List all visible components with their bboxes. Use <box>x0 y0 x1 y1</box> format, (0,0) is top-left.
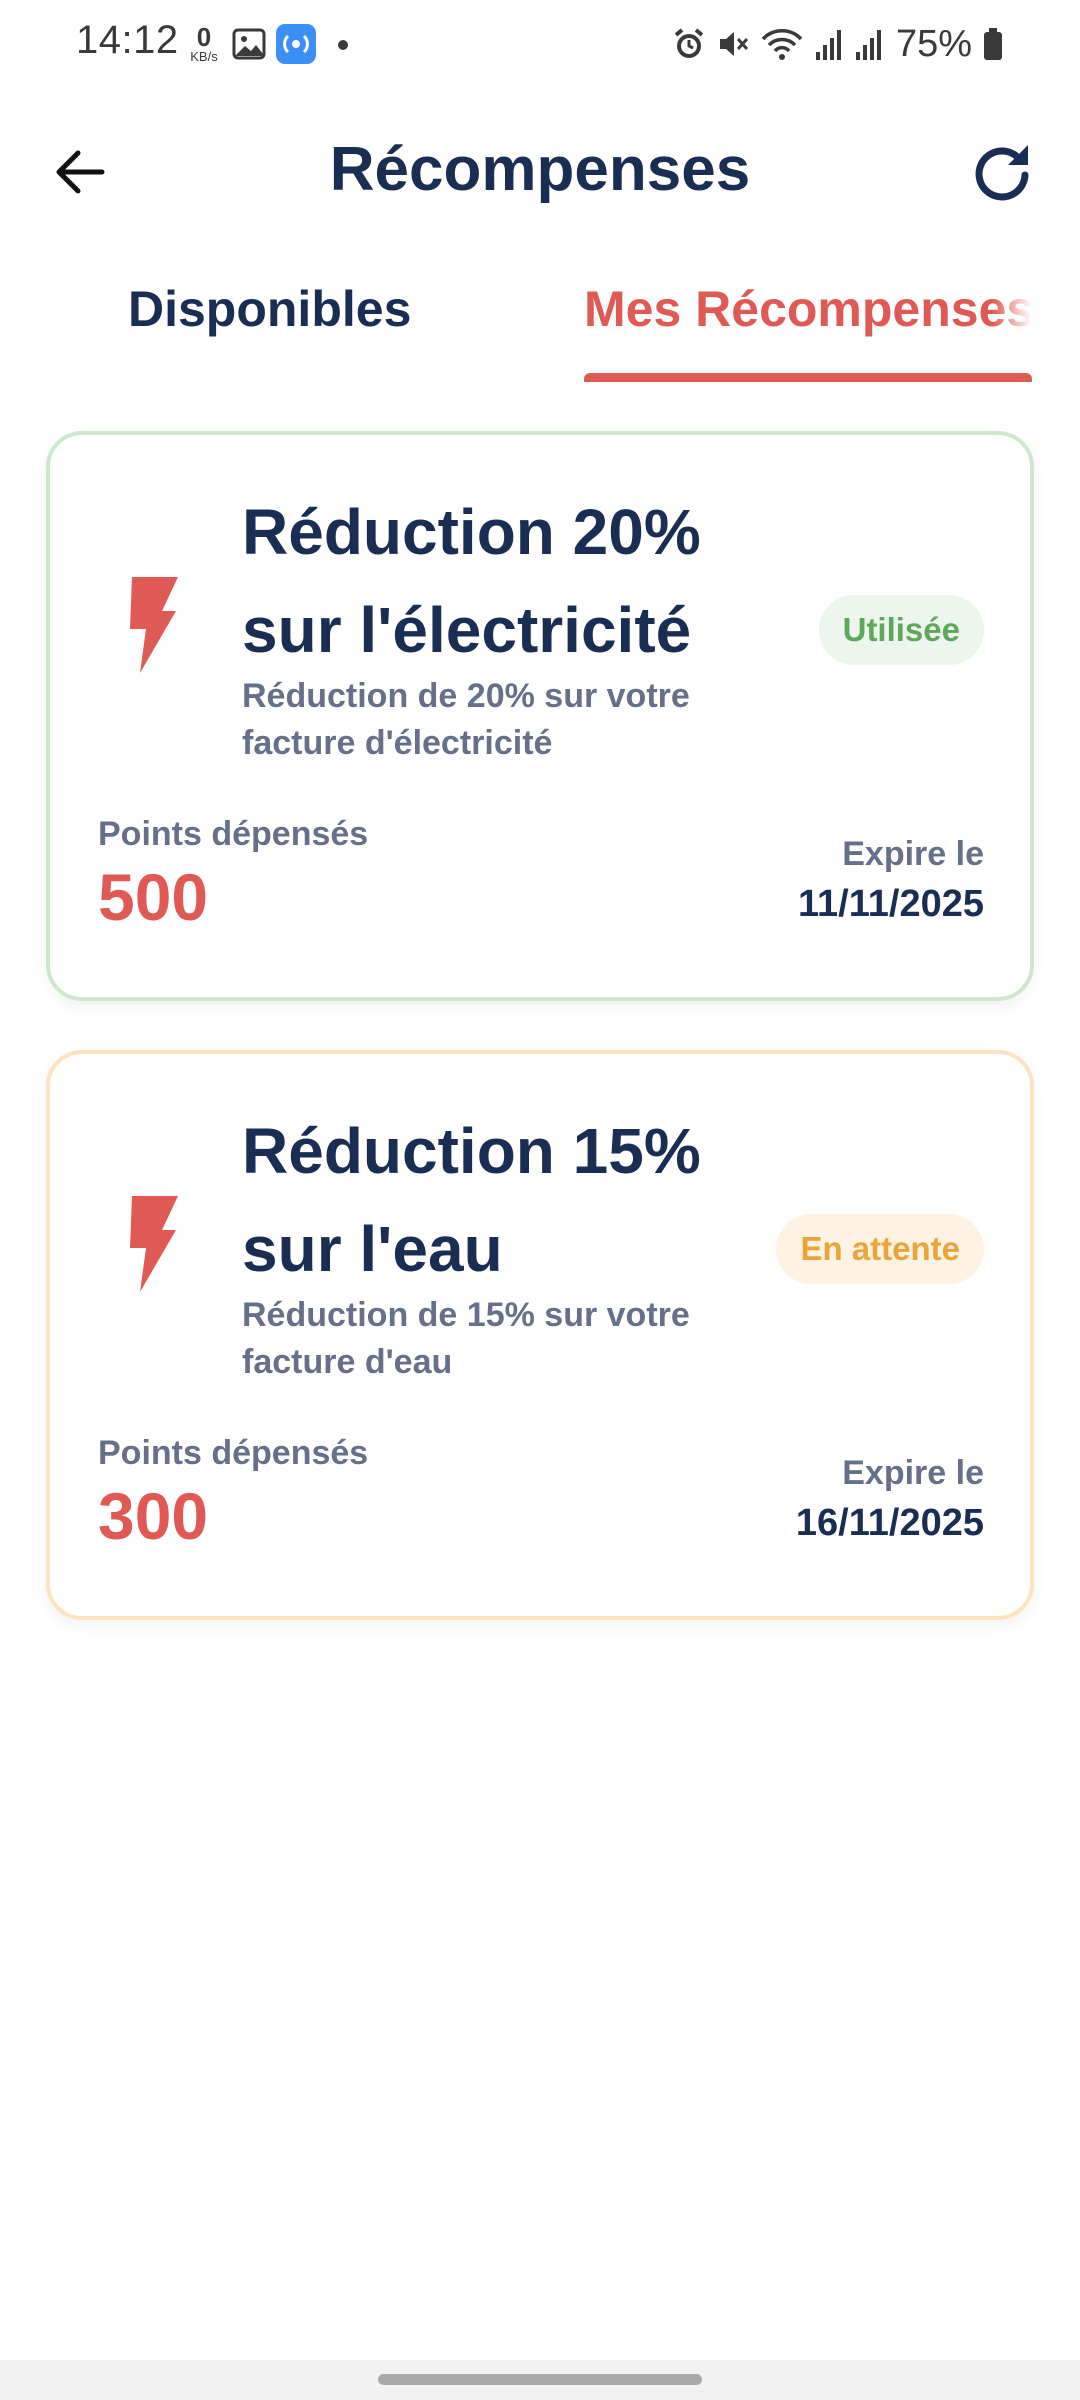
system-nav-bar <box>0 2360 1080 2400</box>
network-speed: 0 KB/s <box>184 24 224 64</box>
reward-tabs: Disponibles Mes Récompenses <box>0 260 1080 384</box>
status-badge: En attente <box>776 1214 984 1284</box>
points-label: Points dépensés <box>98 1434 369 1472</box>
reward-description: Réduction de 20% sur votre facture d'éle… <box>242 677 690 762</box>
lightning-bolt-icon <box>130 1196 178 1292</box>
status-bar: 14:12 0 KB/s 75% <box>0 0 1080 88</box>
home-gesture-handle[interactable] <box>378 2374 702 2385</box>
battery-icon <box>982 27 1004 61</box>
refresh-button[interactable] <box>968 138 1036 206</box>
status-time: 14:12 <box>76 18 179 62</box>
wifi-icon <box>760 27 804 61</box>
status-indicators: 75% <box>672 20 1004 68</box>
points-value: 300 <box>98 1479 209 1553</box>
status-badge: Utilisée <box>818 595 984 665</box>
alarm-icon <box>672 27 706 61</box>
rewards-screen: 14:12 0 KB/s 75% Récompenses Disponibles… <box>0 0 1080 2400</box>
reward-card[interactable]: Réduction 15% sur l'eau Réduction de 15%… <box>46 1050 1034 1620</box>
reward-title: Réduction 20% sur l'électricité <box>242 496 701 666</box>
expire-date: 11/11/2025 <box>798 883 984 925</box>
tab-mes-recompenses-label: Mes Récompenses <box>584 281 1032 337</box>
wifi-hotspot-app-icon <box>276 24 316 64</box>
tab-disponibles[interactable]: Disponibles <box>128 280 411 338</box>
notification-dot-icon <box>338 40 348 50</box>
expire-label: Expire le <box>842 1454 984 1492</box>
tab-fade <box>992 280 1032 338</box>
app-bar: Récompenses <box>0 120 1080 224</box>
tab-indicator <box>584 373 1032 382</box>
reward-title: Réduction 15% sur l'eau <box>242 1115 701 1285</box>
expire-label: Expire le <box>842 835 984 873</box>
tab-mes-recompenses[interactable]: Mes Récompenses <box>584 280 1032 338</box>
battery-percent: 75% <box>895 22 972 65</box>
points-value: 500 <box>98 860 209 934</box>
expire-date: 16/11/2025 <box>795 1502 984 1544</box>
lightning-bolt-icon <box>130 577 178 673</box>
network-speed-value: 0 <box>196 22 212 52</box>
gallery-icon <box>232 28 266 60</box>
reward-card[interactable]: Réduction 20% sur l'électricité Réductio… <box>46 431 1034 1001</box>
signal-icon-sim2 <box>854 28 884 60</box>
signal-icon <box>814 28 844 60</box>
refresh-icon <box>975 145 1029 201</box>
reward-description: Réduction de 15% sur votre facture d'eau <box>242 1296 690 1381</box>
mute-icon <box>716 27 750 61</box>
page-title: Récompenses <box>329 135 751 204</box>
network-speed-unit: KB/s <box>190 49 218 64</box>
points-label: Points dépensés <box>98 815 369 853</box>
